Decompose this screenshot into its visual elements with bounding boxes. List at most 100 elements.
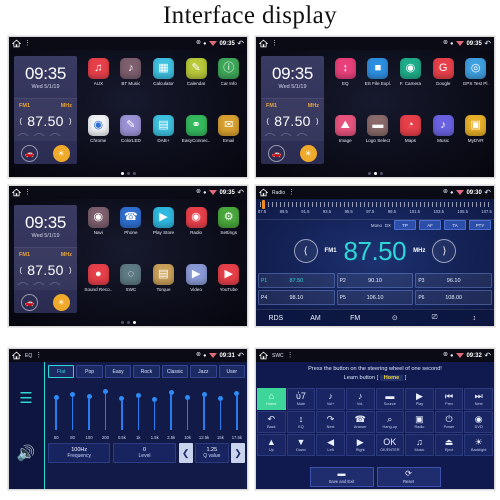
app-item[interactable]: G Google bbox=[428, 55, 459, 110]
app-item[interactable]: ☎ Phone bbox=[116, 204, 147, 259]
app-item[interactable]: ⚙ Settings bbox=[213, 204, 244, 259]
app-item[interactable]: ◉ F. Camera bbox=[395, 55, 426, 110]
page-dot[interactable] bbox=[120, 321, 124, 324]
page-dot[interactable] bbox=[132, 321, 136, 324]
eq-frequency-field[interactable]: 100Hz Frequency bbox=[48, 443, 111, 463]
next-icon[interactable]: ⟩ bbox=[432, 239, 457, 263]
am-button[interactable]: AM bbox=[296, 315, 336, 322]
overflow-menu-icon[interactable]: ⋮ bbox=[35, 352, 42, 359]
weather-icon[interactable]: ☀ bbox=[52, 293, 70, 311]
back-icon[interactable]: ↶ bbox=[484, 351, 491, 360]
swc-button-up[interactable]: ▲ Up bbox=[257, 434, 286, 456]
app-item[interactable]: ▶ Video bbox=[181, 261, 212, 316]
overflow-menu-icon[interactable]: ⋮ bbox=[24, 40, 31, 47]
swc-button-power[interactable]: ⏻ Power bbox=[434, 411, 464, 433]
clock-radio-widget[interactable]: 09:35 Wed 5/1/19 FM1 MHz ⟨ 87.50 ⟩ 🚗 ☀ bbox=[14, 56, 77, 164]
clock-radio-widget[interactable]: 09:35 Wed 5/1/19 FM1 MHz ⟨ 87.50 ⟩ 🚗 ☀ bbox=[14, 205, 77, 313]
equalizer-icon[interactable]: ☰ bbox=[19, 389, 32, 407]
app-item[interactable]: ▶ YouTube bbox=[213, 261, 244, 316]
eq-band-slider[interactable] bbox=[114, 380, 130, 430]
reset-button[interactable]: ⟳ Reset bbox=[376, 467, 441, 487]
page-dot[interactable] bbox=[373, 172, 377, 175]
eq-preset-user[interactable]: User bbox=[218, 365, 245, 378]
back-icon[interactable]: ↶ bbox=[484, 188, 491, 197]
app-item[interactable]: ▶ Play Store bbox=[148, 204, 179, 259]
back-icon[interactable]: ↶ bbox=[484, 39, 491, 48]
eq-preset-flat[interactable]: Flat bbox=[48, 365, 75, 378]
app-item[interactable]: ▤ Torque bbox=[148, 261, 179, 316]
app-item[interactable]: ▣ MyDVR bbox=[460, 112, 491, 167]
app-item[interactable]: ⚭ EasyConnec.. bbox=[181, 112, 212, 167]
eq-preset-easy[interactable]: Easy bbox=[104, 365, 132, 378]
overflow-menu-icon[interactable]: ⋮ bbox=[288, 189, 295, 196]
home-icon[interactable] bbox=[259, 188, 268, 197]
radio-widget[interactable]: FM1 MHz ⟨ 87.50 ⟩ bbox=[261, 98, 324, 141]
fm-button[interactable]: FM bbox=[335, 315, 375, 322]
app-item[interactable]: ⓘ Car Info bbox=[213, 55, 244, 110]
next-icon[interactable]: ⟩ bbox=[316, 117, 319, 126]
scan-icon[interactable]: ⊙ bbox=[375, 314, 415, 322]
app-item[interactable]: ♪ BT Music bbox=[116, 55, 147, 110]
left-arrow-icon[interactable]: ❮ bbox=[178, 443, 193, 463]
home-icon[interactable] bbox=[12, 39, 21, 48]
clock-radio-widget[interactable]: 09:35 Wed 5/1/19 FM1 MHz ⟨ 87.50 ⟩ 🚗 ☀ bbox=[261, 56, 324, 164]
eq-band-slider[interactable] bbox=[196, 380, 212, 430]
home-icon[interactable] bbox=[12, 188, 21, 197]
preset-p4[interactable]: P4 98.10 bbox=[258, 290, 335, 305]
eq-band-slider[interactable] bbox=[130, 380, 146, 430]
dx-toggle[interactable]: DX bbox=[385, 223, 391, 228]
next-icon[interactable]: ⟩ bbox=[69, 117, 72, 126]
page-dot[interactable] bbox=[120, 172, 124, 175]
next-icon[interactable]: ⟩ bbox=[69, 266, 72, 275]
page-dot[interactable] bbox=[126, 321, 130, 324]
page-dot[interactable] bbox=[367, 172, 371, 175]
eq-level-field[interactable]: 0 Level bbox=[113, 443, 176, 463]
back-icon[interactable]: ↶ bbox=[237, 351, 244, 360]
prev-icon[interactable]: ⟨ bbox=[293, 239, 318, 263]
swc-button-eq[interactable]: ↕ EQ bbox=[286, 411, 316, 433]
eq-band-slider[interactable] bbox=[48, 380, 64, 430]
preset-p3[interactable]: P3 96.10 bbox=[415, 273, 492, 288]
swc-button-backlight[interactable]: ☀ Backlight bbox=[464, 434, 493, 456]
car-icon[interactable]: 🚗 bbox=[21, 144, 39, 162]
app-item[interactable]: ⛰ Image bbox=[330, 112, 361, 167]
eq-band-slider[interactable] bbox=[147, 380, 163, 430]
swc-button-down[interactable]: ▼ Down bbox=[286, 434, 316, 456]
eq-band-slider[interactable] bbox=[212, 380, 228, 430]
app-item[interactable]: ◉ Navi bbox=[83, 204, 114, 259]
home-icon[interactable] bbox=[259, 39, 268, 48]
swc-button-next[interactable]: ↷ Next bbox=[316, 411, 345, 433]
app-item[interactable]: ✎ ColorLED bbox=[116, 112, 147, 167]
eq-band-slider[interactable] bbox=[229, 380, 245, 430]
swc-button-radio[interactable]: ▣ Radio bbox=[405, 411, 434, 433]
preset-p1[interactable]: P1 87.50 bbox=[258, 273, 335, 288]
eq-band-slider[interactable] bbox=[179, 380, 195, 430]
page-dot[interactable] bbox=[379, 172, 383, 175]
mono-toggle[interactable]: Mono bbox=[371, 223, 382, 228]
swc-button-music[interactable]: ♫ Music bbox=[405, 434, 434, 456]
weather-icon[interactable]: ☀ bbox=[299, 144, 317, 162]
swc-button-left[interactable]: ◀ Left bbox=[316, 434, 345, 456]
ta-button[interactable]: TA bbox=[444, 220, 466, 230]
rds-button[interactable]: RDS bbox=[256, 315, 296, 322]
app-item[interactable]: ◉ Radio bbox=[181, 204, 212, 259]
swc-button-ok-enter[interactable]: OK OK/ENTER bbox=[375, 434, 405, 456]
tp-button[interactable]: TP bbox=[394, 220, 416, 230]
app-item[interactable]: ♪ Music bbox=[428, 112, 459, 167]
app-item[interactable]: ✎ Calendar bbox=[181, 55, 212, 110]
overflow-menu-icon[interactable]: ⋮ bbox=[24, 189, 31, 196]
app-item[interactable]: ✉ Email bbox=[213, 112, 244, 167]
home-icon[interactable] bbox=[12, 351, 21, 360]
home-icon[interactable] bbox=[259, 351, 268, 360]
af-button[interactable]: AF bbox=[419, 220, 441, 230]
page-dot[interactable] bbox=[132, 172, 136, 175]
eq-preset-jazz[interactable]: Jazz bbox=[190, 365, 217, 378]
swc-button-answer[interactable]: ☎ Answer bbox=[345, 411, 375, 433]
preset-p6[interactable]: P6 108.00 bbox=[415, 290, 492, 305]
swc-button-dvd[interactable]: ◉ DVD bbox=[464, 411, 493, 433]
radio-widget[interactable]: FM1 MHz ⟨ 87.50 ⟩ bbox=[14, 247, 77, 290]
app-item[interactable]: ◎ GPS Test Pl. bbox=[460, 55, 491, 110]
frequency-scale[interactable]: 87.5 89.5 91.5 93.5 95.5 97.5 99.5 101.5… bbox=[256, 199, 494, 220]
app-item[interactable]: ↕ EQ bbox=[330, 55, 361, 110]
weather-icon[interactable]: ☀ bbox=[52, 144, 70, 162]
